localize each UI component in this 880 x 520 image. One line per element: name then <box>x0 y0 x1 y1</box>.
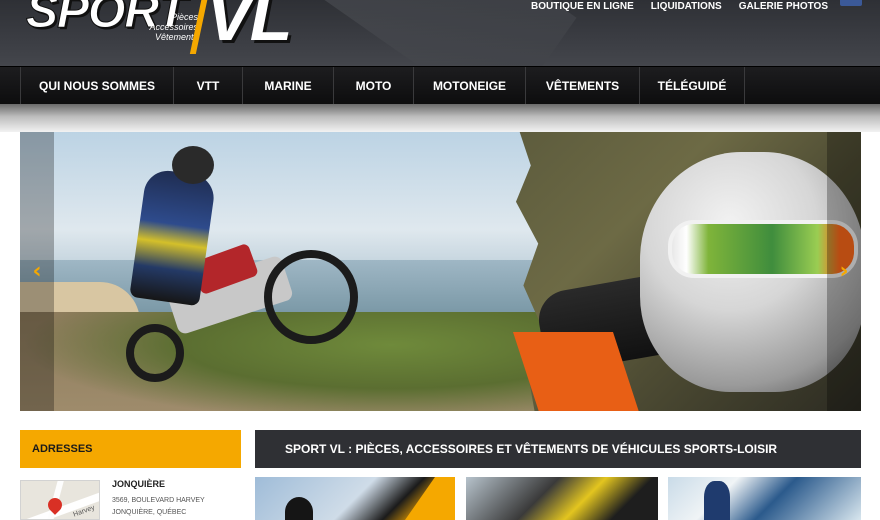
nav-item-vtt[interactable]: VTT <box>174 67 243 105</box>
main-nav: QUI NOUS SOMMES VTT MARINE MOTO MOTONEIG… <box>0 66 880 105</box>
link-liquidations[interactable]: LIQUIDATIONS <box>651 0 722 14</box>
site-header: SPORT Pièces Accessoires Vêtements VL BO… <box>0 0 880 66</box>
logo-tagline: Pièces Accessoires Vêtements <box>118 12 198 42</box>
site-logo[interactable]: SPORT Pièces Accessoires Vêtements VL <box>18 0 328 60</box>
hero-slider[interactable]: ‹ › <box>20 132 861 411</box>
logo-tagline-1: Pièces <box>170 12 198 22</box>
addresses-heading: ADRESSES <box>20 430 241 468</box>
chevron-left-icon[interactable]: ‹ <box>20 132 54 411</box>
address-city: JONQUIÈRE <box>112 479 166 489</box>
category-thumb-moto[interactable] <box>255 477 455 520</box>
category-thumb-motoneige[interactable] <box>466 477 658 520</box>
logo-tagline-2: Accessoires <box>149 22 198 32</box>
nav-item-vetements[interactable]: VÊTEMENTS <box>526 67 640 105</box>
category-thumb-marine[interactable] <box>668 477 861 520</box>
link-boutique-en-ligne[interactable]: BOUTIQUE EN LIGNE <box>531 0 634 14</box>
nav-item-moto[interactable]: MOTO <box>334 67 414 105</box>
address-line-2: JONQUIÈRE, QUÉBEC <box>112 509 187 516</box>
thumb-figure <box>285 497 313 520</box>
nav-shadow-band <box>0 104 880 132</box>
nav-item-teleguide[interactable]: TÉLÉGUIDÉ <box>640 67 745 105</box>
address-line-1: 3569, BOULEVARD HARVEY <box>112 497 205 504</box>
page-title: SPORT VL : PIÈCES, ACCESSOIRES ET VÊTEME… <box>255 430 861 468</box>
link-galerie-photos[interactable]: GALERIE PHOTOS <box>739 0 828 14</box>
slide-wheel-front <box>264 250 358 344</box>
top-links: BOUTIQUE EN LIGNE LIQUIDATIONS GALERIE P… <box>531 0 828 14</box>
slide-rider-helmet <box>172 146 214 184</box>
nav-item-marine[interactable]: MARINE <box>243 67 334 105</box>
chevron-right-icon[interactable]: › <box>827 132 861 411</box>
thumb-accent <box>405 477 455 520</box>
slide-dirtbike-image <box>20 132 550 411</box>
nav-item-qui-nous-sommes[interactable]: QUI NOUS SOMMES <box>21 67 174 105</box>
slide-wheel-rear <box>126 324 184 382</box>
logo-word-vl: VL <box>206 0 292 55</box>
nav-item-motoneige[interactable]: MOTONEIGE <box>414 67 526 105</box>
thumb-figure <box>704 481 730 520</box>
facebook-icon[interactable] <box>840 0 862 6</box>
